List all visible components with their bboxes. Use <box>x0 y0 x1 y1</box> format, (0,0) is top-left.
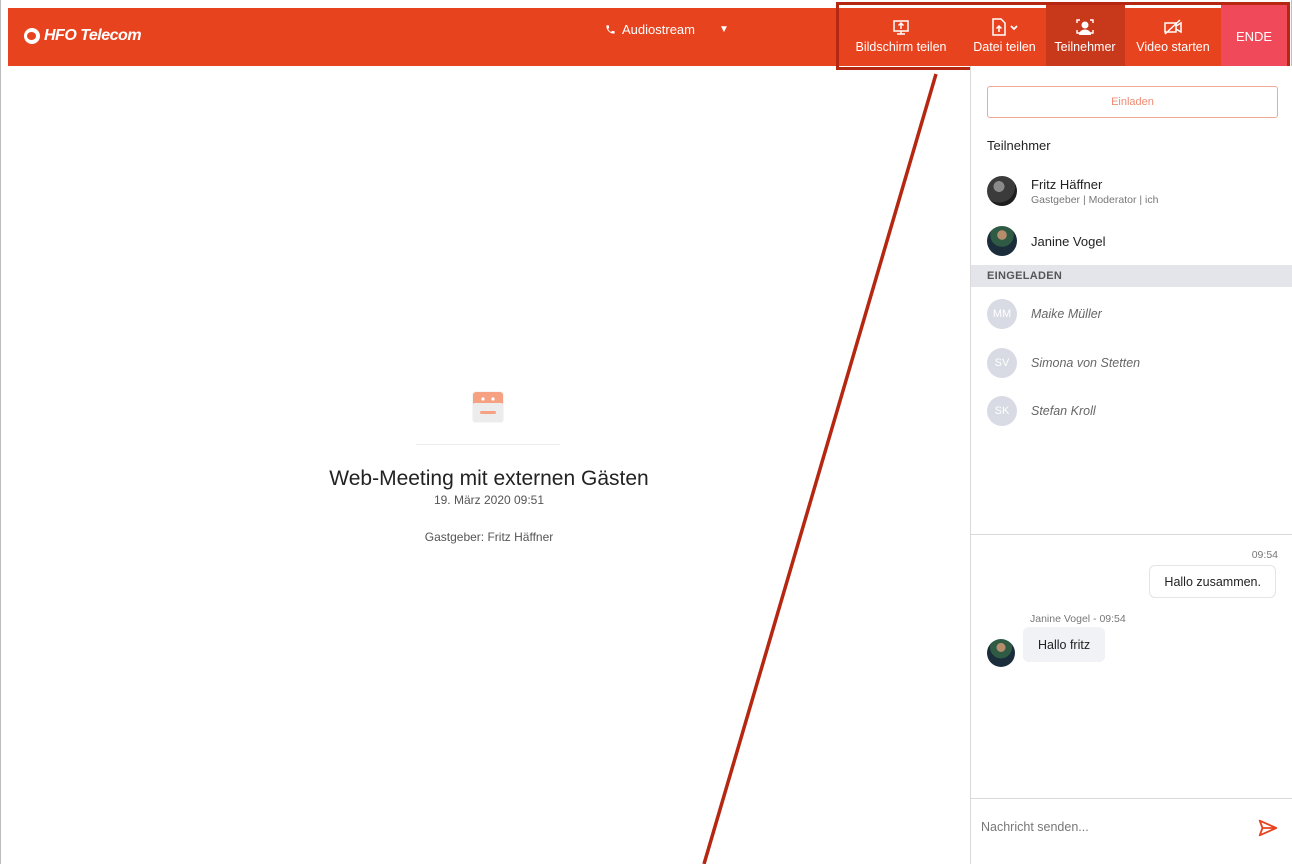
avatar <box>987 226 1017 256</box>
start-video-button[interactable]: Video starten <box>1124 5 1221 67</box>
participant-role: Gastgeber | Moderator | ich <box>1031 193 1159 206</box>
message-time: 09:54 <box>1251 549 1278 561</box>
meeting-toolbar: Bildschirm teilen Datei teilen Teilnehme… <box>836 2 1290 70</box>
send-icon[interactable] <box>1257 817 1279 839</box>
brand-name: HFO Telecom <box>44 27 142 44</box>
meeting-date: 19. März 2020 09:51 <box>433 493 545 507</box>
logo-icon <box>24 28 40 44</box>
end-meeting-button[interactable]: ENDE <box>1221 5 1287 67</box>
brand-logo: HFO Telecom <box>24 27 142 45</box>
screen-share-label: Bildschirm teilen <box>855 40 947 54</box>
phone-icon <box>606 25 615 34</box>
file-share-button[interactable]: Datei teilen <box>963 5 1046 67</box>
participants-panel: Einladen Teilnehmer Fritz Häffner Gastge… <box>970 66 1292 864</box>
avatar: SK <box>987 396 1017 426</box>
screen-share-icon <box>892 18 910 36</box>
meeting-host: Gastgeber: Fritz Häffner <box>424 530 554 544</box>
title-divider <box>416 444 560 445</box>
participant-name: Janine Vogel <box>1031 233 1106 249</box>
participants-heading: Teilnehmer <box>987 138 1051 153</box>
invited-section-header: EINGELADEN <box>971 265 1292 287</box>
message-input[interactable] <box>981 800 1251 854</box>
avatar: SV <box>987 348 1017 378</box>
own-message-bubble: Hallo zusammen. <box>1149 565 1276 598</box>
start-video-label: Video starten <box>1136 40 1210 54</box>
invited-name: Stefan Kroll <box>1031 404 1096 418</box>
invited-item[interactable]: SV Simona von Stetten <box>987 348 1140 378</box>
video-off-icon <box>1163 18 1183 36</box>
participants-button[interactable]: Teilnehmer <box>1046 5 1124 67</box>
participant-name: Fritz Häffner <box>1031 176 1103 192</box>
invited-name: Simona von Stetten <box>1031 356 1141 370</box>
message-composer <box>971 798 1292 864</box>
participant-item[interactable]: Fritz Häffner Gastgeber | Moderator | ic… <box>987 176 1158 206</box>
participants-icon <box>1075 18 1095 36</box>
invited-name: Maike Müller <box>1031 307 1102 321</box>
participants-label: Teilnehmer <box>1054 40 1116 54</box>
chevron-down-icon: ▼ <box>718 24 729 35</box>
avatar: MM <box>987 299 1017 329</box>
meeting-stage: Web-Meeting mit externen Gästen 19. März… <box>8 66 970 864</box>
invited-item[interactable]: SK Stefan Kroll <box>987 396 1096 426</box>
participant-item[interactable]: Janine Vogel <box>987 226 1105 256</box>
message-meta: Janine Vogel - 09:54 <box>1030 613 1126 625</box>
meeting-title: Web-Meeting mit externen Gästen <box>329 467 649 490</box>
incoming-message-bubble: Hallo fritz <box>1023 627 1106 662</box>
audiostream-dropdown[interactable]: Audiostream ▼ <box>605 22 729 37</box>
calendar-icon <box>472 391 504 423</box>
invite-button[interactable]: Einladen <box>987 86 1278 118</box>
avatar <box>987 176 1017 206</box>
screen-share-button[interactable]: Bildschirm teilen <box>839 5 963 67</box>
file-upload-icon <box>990 18 1020 36</box>
audiostream-label: Audiostream <box>622 22 695 37</box>
chat-area: 09:54 Hallo zusammen. Janine Vogel - 09:… <box>971 534 1292 798</box>
avatar <box>987 639 1015 667</box>
file-share-label: Datei teilen <box>973 40 1036 54</box>
invited-item[interactable]: MM Maike Müller <box>987 299 1102 329</box>
